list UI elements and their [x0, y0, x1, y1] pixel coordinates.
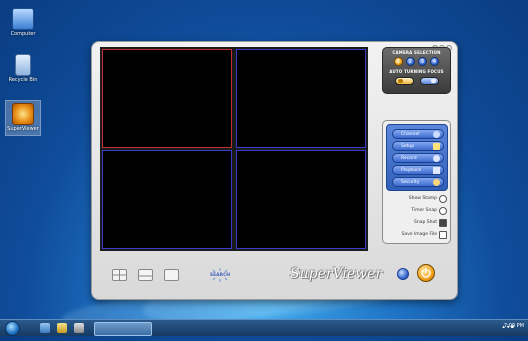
auto-focus-off-toggle[interactable]	[419, 77, 439, 85]
desktop-icon-label: SuperViewer	[7, 126, 39, 132]
snap-shot-button[interactable]: Snap Shot	[385, 217, 447, 228]
menu-record-button[interactable]: Record	[392, 153, 444, 163]
clock-icon	[439, 194, 447, 203]
save-image-file-button[interactable]: Save Image File	[385, 229, 447, 240]
ie-icon[interactable]	[40, 323, 50, 333]
channel-icon	[433, 131, 440, 138]
superviewer-logo: SuperViewer	[290, 266, 383, 282]
video-channel-3[interactable]	[102, 150, 232, 249]
recycle-bin-icon	[15, 54, 31, 76]
menu-channel-button[interactable]: Channel	[392, 129, 444, 139]
taskbar-superviewer-task[interactable]	[94, 322, 152, 336]
timer-snap-label: Timer Snap	[411, 208, 437, 213]
desktop-icon-superviewer[interactable]: SuperViewer	[5, 100, 41, 136]
menu-security-button[interactable]: Security	[392, 177, 444, 187]
security-icon	[433, 179, 440, 186]
video-channel-1[interactable]	[102, 49, 232, 148]
timer-icon	[439, 206, 447, 215]
timer-snap-button[interactable]: Timer Snap	[385, 205, 447, 216]
show-stamp-button[interactable]: Show Stamp	[385, 193, 447, 204]
explorer-icon[interactable]	[57, 323, 67, 333]
desktop-icon-label: Recycle Bin	[8, 77, 38, 83]
taskbar-clock[interactable]: 7:09 PM	[504, 323, 524, 329]
menu-channel-label: Channel	[401, 132, 420, 137]
camera-selection-title: CAMERA SELECTION	[392, 50, 441, 55]
media-player-icon[interactable]	[74, 323, 84, 333]
camera-control-panel: CAMERA SELECTION 1 2 3 4 AUTO TURNING FO…	[382, 47, 451, 94]
main-menu: Channel Setup Record Playback Security	[386, 124, 448, 191]
desktop-icon-label: Computer	[10, 31, 36, 37]
auto-focus-title: AUTO TURNING FOCUS	[389, 69, 444, 74]
auto-focus-toggles	[383, 77, 450, 85]
camera-3-button[interactable]: 3	[418, 57, 427, 66]
power-icon	[421, 268, 431, 278]
video-channel-4[interactable]	[236, 150, 366, 249]
camera-icon	[439, 218, 447, 227]
menu-setup-label: Setup	[401, 144, 415, 149]
setup-icon	[433, 143, 440, 150]
menu-playback-button[interactable]: Playback	[392, 165, 444, 175]
start-button[interactable]	[5, 321, 20, 336]
menu-security-label: Security	[401, 180, 420, 185]
camera-4-button[interactable]: 4	[430, 57, 439, 66]
settings-round-button[interactable]	[397, 268, 409, 280]
computer-icon	[12, 8, 34, 30]
video-grid	[100, 47, 368, 251]
search-label: SEARCH	[209, 273, 231, 278]
power-button[interactable]	[417, 264, 435, 282]
superviewer-window: CAMERA SELECTION 1 2 3 4 AUTO TURNING FO…	[91, 41, 458, 300]
playback-icon	[433, 167, 440, 174]
single-view-icon[interactable]	[164, 269, 179, 281]
auto-focus-on-toggle[interactable]	[394, 77, 414, 85]
menu-setup-button[interactable]: Setup	[392, 141, 444, 151]
desktop-icon-computer[interactable]: Computer	[6, 8, 40, 37]
camera-1-button[interactable]: 1	[394, 57, 403, 66]
split-view-icon[interactable]	[138, 269, 153, 281]
video-channel-2[interactable]	[236, 49, 366, 148]
camera-selector-row: 1 2 3 4	[383, 57, 450, 66]
snap-shot-label: Snap Shot	[414, 220, 437, 225]
save-image-file-label: Save Image File	[401, 232, 437, 237]
bottom-toolbar: SEARCH SuperViewer	[102, 266, 382, 286]
record-icon	[433, 155, 440, 162]
quad-view-icon[interactable]	[112, 269, 127, 281]
search-button[interactable]: SEARCH	[206, 267, 234, 283]
taskbar: ▴ ◂ ▪ 7:09 PM	[0, 319, 528, 336]
camera-2-button[interactable]: 2	[406, 57, 415, 66]
menu-record-label: Record	[401, 156, 417, 161]
show-stamp-label: Show Stamp	[408, 196, 437, 201]
desktop-icon-recycle-bin[interactable]: Recycle Bin	[6, 54, 40, 83]
function-panel: Channel Setup Record Playback Security S…	[382, 120, 451, 244]
superviewer-app-icon	[12, 103, 34, 125]
menu-playback-label: Playback	[401, 168, 422, 173]
save-file-icon	[439, 230, 447, 239]
